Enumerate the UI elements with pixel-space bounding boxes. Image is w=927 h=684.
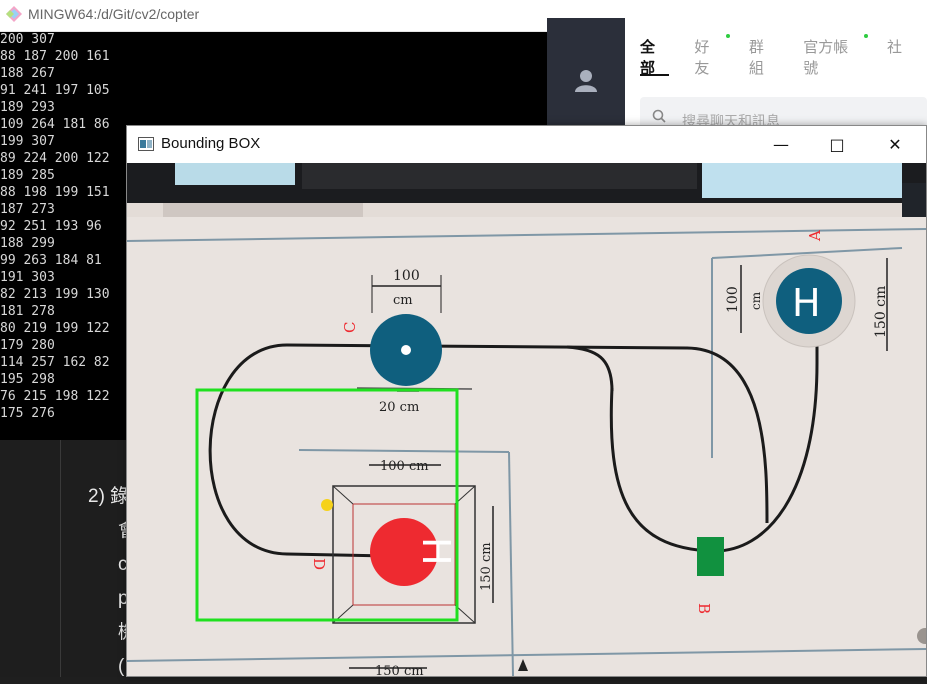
dim-top-unit: cm xyxy=(393,293,413,308)
dim-20: 20 cm xyxy=(379,400,419,415)
label-c: C xyxy=(341,322,359,333)
dim-100-d: 100 cm xyxy=(380,459,429,474)
camera-feed[interactable]: C 100 cm 20 cm H A 100 cm 150 cm B H D 1… xyxy=(127,163,926,676)
line-sidebar xyxy=(547,18,625,130)
bounding-box-window[interactable]: Bounding BOX — □ ✕ C 100 cm 20 cm H A 10… xyxy=(126,125,927,677)
close-icon[interactable]: ✕ xyxy=(867,126,923,163)
minimize-icon[interactable]: — xyxy=(753,126,809,163)
label-b: B xyxy=(695,603,713,614)
bounding-box-titlebar[interactable]: Bounding BOX — □ ✕ xyxy=(127,126,926,163)
dim-150-a: 150 cm xyxy=(873,286,889,338)
line-tabs: 全部 好友 群組 官方帳號社 xyxy=(640,34,927,77)
notification-dot xyxy=(864,34,868,38)
editor-text: 2) 錄會cp機( xyxy=(88,480,137,684)
line-tab[interactable]: 群組 xyxy=(749,36,778,77)
git-icon xyxy=(6,6,22,22)
editor-gutter xyxy=(60,440,61,677)
dim-100-a-unit: cm xyxy=(749,291,763,310)
pad-a-letter: H xyxy=(792,281,821,325)
profile-icon[interactable] xyxy=(574,68,598,92)
dim-bottom: 150 cm xyxy=(375,664,424,676)
dim-100-a: 100 xyxy=(725,286,741,313)
terminal-title: MINGW64:/d/Git/cv2/copter xyxy=(28,6,200,22)
search-icon xyxy=(652,109,666,123)
label-a: A xyxy=(806,230,824,242)
camera-feed-image: C 100 cm 20 cm H A 100 cm 150 cm B H D 1… xyxy=(127,163,926,676)
opencv-window-icon xyxy=(138,137,154,151)
line-tab[interactable]: 好友 xyxy=(694,34,730,77)
dim-top: 100 xyxy=(393,268,420,284)
bounding-box-title: Bounding BOX xyxy=(161,135,261,152)
line-tab[interactable]: 官方帳號 xyxy=(803,34,868,77)
line-tab[interactable]: 全部 xyxy=(640,36,670,77)
label-d: D xyxy=(310,558,328,570)
detection-center-marker xyxy=(321,499,333,511)
maximize-icon[interactable]: □ xyxy=(809,126,865,163)
pad-d-letter: H xyxy=(414,537,458,566)
dim-150-d: 150 cm xyxy=(479,542,494,591)
editor-line: 2) 錄 xyxy=(88,486,130,507)
line-tab[interactable]: 社 xyxy=(887,36,902,66)
notification-dot xyxy=(725,34,730,38)
